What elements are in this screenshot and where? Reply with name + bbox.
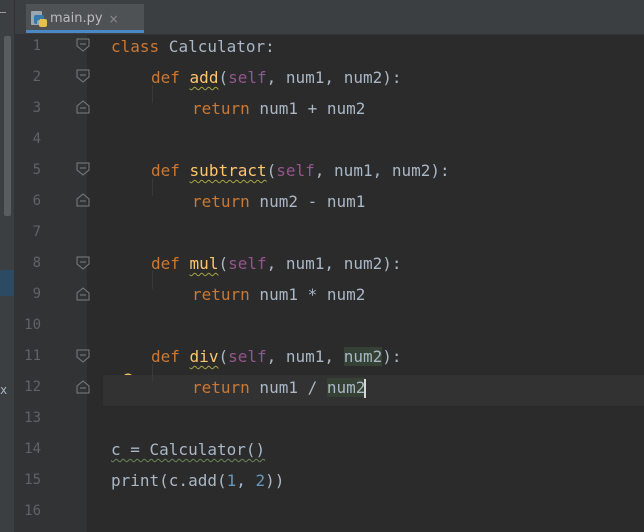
fold-end-icon[interactable] bbox=[76, 380, 90, 394]
code-line-9: return num1 * num2 bbox=[192, 279, 365, 310]
line-number: 6 bbox=[32, 193, 41, 209]
line-number: 14 bbox=[24, 441, 41, 457]
paren: ( bbox=[266, 161, 277, 180]
keyword-class: class bbox=[111, 37, 160, 56]
paren: ( bbox=[218, 68, 229, 87]
self-param: self bbox=[228, 347, 267, 366]
self-param: self bbox=[228, 68, 267, 87]
keyword-return: return bbox=[192, 99, 250, 118]
params: , num1, num2): bbox=[266, 254, 402, 273]
code-line-5: def subtract(self, num1, num2): bbox=[151, 155, 450, 186]
code-line-2: def add(self, num1, num2): bbox=[151, 62, 401, 93]
highlighted-usage: num2 bbox=[326, 378, 366, 397]
expression: num1 + num2 bbox=[249, 99, 366, 118]
code-line-15: print(c.add(1, 2)) bbox=[111, 465, 284, 496]
function-name: mul bbox=[189, 254, 219, 273]
code-line-6: return num2 - num1 bbox=[192, 186, 365, 217]
code-line-8: def mul(self, num1, num2): bbox=[151, 248, 401, 279]
fold-collapse-icon[interactable] bbox=[76, 38, 90, 52]
strip-minimize-mark[interactable] bbox=[0, 12, 6, 13]
strip-selected-item[interactable] bbox=[0, 270, 14, 296]
strip-scrollbar[interactable] bbox=[4, 36, 11, 216]
code-line-11: def div(self, num1, num2): bbox=[151, 341, 401, 372]
paren: ( bbox=[218, 254, 229, 273]
code-line-1: class Calculator: bbox=[111, 31, 275, 62]
fold-end-icon[interactable] bbox=[76, 193, 90, 207]
keyword-return: return bbox=[192, 378, 250, 397]
print-call-close: )) bbox=[265, 471, 285, 490]
tab-filename: main.py bbox=[50, 11, 103, 26]
expression: num1 * num2 bbox=[249, 285, 366, 304]
line-number: 4 bbox=[32, 131, 41, 147]
self-param: self bbox=[228, 254, 267, 273]
line-number: 8 bbox=[32, 255, 41, 271]
number-literal: 1 bbox=[226, 471, 237, 490]
print-call-open: print(c.add( bbox=[111, 471, 227, 490]
code-line-14: c = Calculator() bbox=[111, 434, 265, 465]
number-literal: 2 bbox=[255, 471, 266, 490]
highlighted-usage: num2 bbox=[343, 347, 383, 366]
line-number: 13 bbox=[24, 410, 41, 426]
expression: num1 / bbox=[249, 378, 327, 397]
function-name: add bbox=[189, 68, 219, 87]
line-number: 12 bbox=[24, 379, 41, 395]
line-number: 7 bbox=[32, 224, 41, 240]
fold-collapse-icon[interactable] bbox=[76, 349, 90, 363]
fold-end-icon[interactable] bbox=[76, 100, 90, 114]
keyword-def: def bbox=[151, 254, 180, 273]
self-param: self bbox=[276, 161, 315, 180]
line-number: 3 bbox=[32, 100, 41, 116]
text-caret bbox=[364, 379, 367, 398]
function-name: subtract bbox=[189, 161, 267, 180]
line-number: 10 bbox=[24, 317, 41, 333]
left-tool-strip: x bbox=[0, 0, 15, 532]
paren: ( bbox=[218, 347, 229, 366]
code-line-3: return num1 + num2 bbox=[192, 93, 365, 124]
params: , num1, num2): bbox=[266, 68, 402, 87]
line-number: 16 bbox=[24, 503, 41, 519]
line-number: 11 bbox=[24, 348, 41, 364]
class-name: Calculator: bbox=[159, 37, 275, 56]
keyword-return: return bbox=[192, 285, 250, 304]
line-number: 1 bbox=[32, 38, 41, 54]
fold-collapse-icon[interactable] bbox=[76, 256, 90, 270]
fold-collapse-icon[interactable] bbox=[76, 162, 90, 176]
comma: , bbox=[236, 471, 256, 490]
code-line-12: return num1 / num2 bbox=[192, 372, 367, 403]
keyword-def: def bbox=[151, 161, 180, 180]
line-number: 5 bbox=[32, 162, 41, 178]
function-name: div bbox=[189, 347, 219, 366]
current-line-highlight bbox=[103, 375, 644, 406]
keyword-def: def bbox=[151, 68, 180, 87]
fold-collapse-icon[interactable] bbox=[76, 69, 90, 83]
code-editor[interactable]: class Calculator: def add(self, num1, nu… bbox=[103, 35, 644, 532]
strip-close-icon[interactable]: x bbox=[0, 383, 7, 397]
line-number: 9 bbox=[32, 286, 41, 302]
line-number: 2 bbox=[32, 69, 41, 85]
tab-main-py[interactable]: main.py × bbox=[26, 4, 144, 33]
params-close: ): bbox=[382, 347, 402, 366]
keyword-return: return bbox=[192, 192, 250, 211]
fold-end-icon[interactable] bbox=[76, 287, 90, 301]
keyword-def: def bbox=[151, 347, 180, 366]
python-file-icon bbox=[31, 10, 47, 27]
assignment-statement: c = Calculator() bbox=[111, 440, 266, 459]
expression: num2 - num1 bbox=[249, 192, 366, 211]
editor-tab-bar: main.py × bbox=[15, 0, 644, 35]
params: , num1, num2): bbox=[314, 161, 450, 180]
params: , num1, bbox=[266, 347, 344, 366]
tab-close-icon[interactable]: × bbox=[109, 12, 119, 26]
line-number: 15 bbox=[24, 472, 41, 488]
